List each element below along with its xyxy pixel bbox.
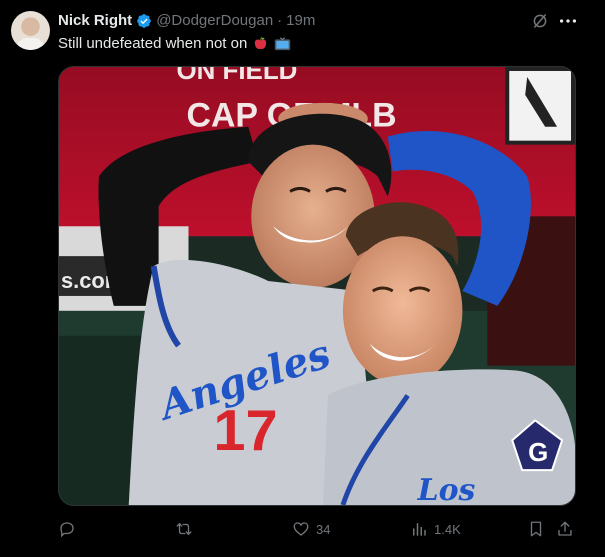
retweet-icon bbox=[176, 523, 192, 535]
reply-button[interactable] bbox=[58, 520, 82, 538]
red-apple-icon bbox=[255, 36, 267, 50]
heart-icon bbox=[293, 522, 309, 536]
author-handle[interactable]: @DodgerDougan bbox=[156, 12, 273, 29]
wall-text-top: ON FIELD bbox=[177, 67, 298, 85]
bookmark-icon bbox=[530, 521, 542, 537]
author-avatar[interactable] bbox=[11, 11, 50, 50]
share-button[interactable] bbox=[556, 520, 574, 538]
dugout-photo-illustration: ON FIELD CAP OF MLB s.com bbox=[59, 67, 575, 505]
like-button[interactable]: 34 bbox=[292, 520, 330, 538]
retweet-button[interactable] bbox=[175, 520, 199, 538]
jersey-number: 17 bbox=[213, 399, 277, 463]
view-count: 1.4K bbox=[434, 521, 461, 537]
tweet-text: Still undefeated when not on bbox=[58, 35, 291, 52]
tweet-header: Nick Right @DodgerDougan · 19m bbox=[58, 12, 315, 29]
tweet-text-content: Still undefeated when not on bbox=[58, 35, 248, 52]
author-name[interactable]: Nick Right bbox=[58, 12, 132, 29]
views-icon bbox=[413, 523, 426, 536]
jersey-script-right: Los bbox=[417, 473, 476, 505]
post-timestamp[interactable]: 19m bbox=[286, 12, 315, 29]
bookmark-button[interactable] bbox=[527, 520, 545, 538]
like-count: 34 bbox=[316, 521, 331, 537]
patch-letter: G bbox=[528, 439, 548, 467]
share-icon bbox=[558, 521, 572, 536]
television-icon bbox=[275, 36, 291, 50]
reply-icon bbox=[60, 522, 74, 538]
more-options-icon[interactable] bbox=[557, 10, 579, 32]
grok-icon[interactable] bbox=[531, 12, 549, 30]
separator-dot: · bbox=[277, 12, 283, 29]
tweet-photo[interactable]: ON FIELD CAP OF MLB s.com bbox=[58, 66, 576, 506]
avatar-shirt bbox=[17, 38, 44, 50]
action-bar: 34 1.4K bbox=[0, 516, 605, 542]
tweet[interactable]: Nick Right @DodgerDougan · 19m Still und… bbox=[0, 0, 605, 557]
verified-badge-icon bbox=[137, 13, 152, 28]
views-button[interactable]: 1.4K bbox=[410, 520, 461, 538]
